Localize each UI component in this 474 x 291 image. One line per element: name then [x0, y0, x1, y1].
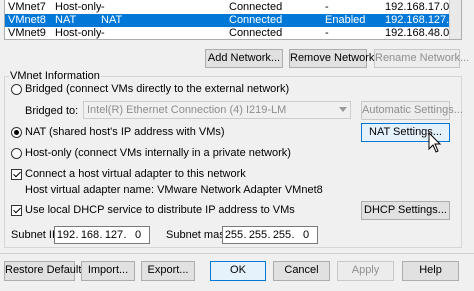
- bridged-to-label: Bridged to:: [25, 105, 79, 117]
- cell-external: NAT: [101, 14, 123, 26]
- connect-adapter-label[interactable]: Connect a host virtual adapter to this n…: [25, 168, 246, 180]
- cell-name: VMnet9: [8, 27, 46, 39]
- cell-host-connection: Connected: [229, 27, 283, 39]
- cell-type: NAT: [55, 14, 77, 26]
- ok-button[interactable]: OK: [210, 261, 266, 281]
- rename-network-button[interactable]: Rename Network...: [374, 49, 469, 68]
- table-row[interactable]: VMnet9 Host-only - Connected - 192.168.4…: [5, 27, 461, 39]
- cell-host-connection: Connected: [229, 1, 283, 13]
- table-row[interactable]: VMnet7 Host-only - Connected - 192.168.1…: [5, 1, 461, 14]
- connect-adapter-checkbox[interactable]: [11, 169, 22, 180]
- cell-name: VMnet7: [8, 1, 46, 13]
- footer-divider: [0, 253, 474, 254]
- host-only-radio[interactable]: [11, 148, 22, 159]
- table-scrollbar[interactable]: [449, 0, 461, 39]
- subnet-ip-input[interactable]: 192 . 168 . 127 . 0: [54, 226, 150, 244]
- use-dhcp-label[interactable]: Use local DHCP service to distribute IP …: [25, 204, 295, 216]
- ip-octet: 0: [134, 229, 142, 241]
- help-button[interactable]: Help: [402, 261, 459, 281]
- cell-type: Host-only: [55, 27, 101, 39]
- mouse-cursor-icon: [428, 132, 442, 153]
- vmnet-information-title: VMnet Information: [9, 70, 101, 82]
- add-network-button[interactable]: Add Network...: [205, 49, 283, 68]
- automatic-settings-button[interactable]: Automatic Settings...: [361, 101, 463, 120]
- cell-external: -: [101, 1, 105, 13]
- cell-dhcp: -: [325, 27, 329, 39]
- table-row-selected[interactable]: VMnet8 NAT NAT Connected Enabled 192.168…: [5, 14, 461, 27]
- cell-dhcp: -: [325, 1, 329, 13]
- use-dhcp-checkbox[interactable]: [11, 205, 22, 216]
- cell-type: Host-only: [55, 1, 101, 13]
- bridged-to-value: Intel(R) Ethernet Connection (4) I219-LM: [87, 104, 287, 116]
- dhcp-settings-button[interactable]: DHCP Settings...: [361, 201, 450, 220]
- cell-name: VMnet8: [8, 14, 46, 26]
- subnet-mask-input[interactable]: 255 . 255 . 255 . 0: [222, 226, 318, 244]
- adapter-name-label: Host virtual adapter name: VMware Networ…: [25, 184, 323, 196]
- bridged-to-select[interactable]: Intel(R) Ethernet Connection (4) I219-LM: [83, 101, 351, 119]
- restore-defaults-button[interactable]: Restore Defaults: [4, 261, 87, 281]
- host-only-label[interactable]: Host-only (connect VMs internally in a p…: [25, 147, 291, 159]
- cell-host-connection: Connected: [229, 14, 283, 26]
- mask-octet: 0: [302, 229, 310, 241]
- remove-network-button[interactable]: Remove Network: [289, 49, 374, 68]
- chevron-down-icon: [339, 107, 347, 112]
- nat-radio[interactable]: [11, 127, 22, 138]
- network-table[interactable]: VMnet7 Host-only - Connected - 192.168.1…: [4, 0, 462, 40]
- cell-external: -: [101, 27, 105, 39]
- bridged-label[interactable]: Bridged (connect VMs directly to the ext…: [25, 83, 289, 95]
- export-button[interactable]: Export...: [141, 261, 195, 281]
- apply-button[interactable]: Apply: [337, 261, 394, 281]
- cell-dhcp: Enabled: [325, 14, 366, 26]
- import-button[interactable]: Import...: [81, 261, 135, 281]
- cancel-button[interactable]: Cancel: [273, 261, 330, 281]
- bridged-radio[interactable]: [11, 84, 22, 95]
- nat-label[interactable]: NAT (shared host's IP address with VMs): [25, 126, 225, 138]
